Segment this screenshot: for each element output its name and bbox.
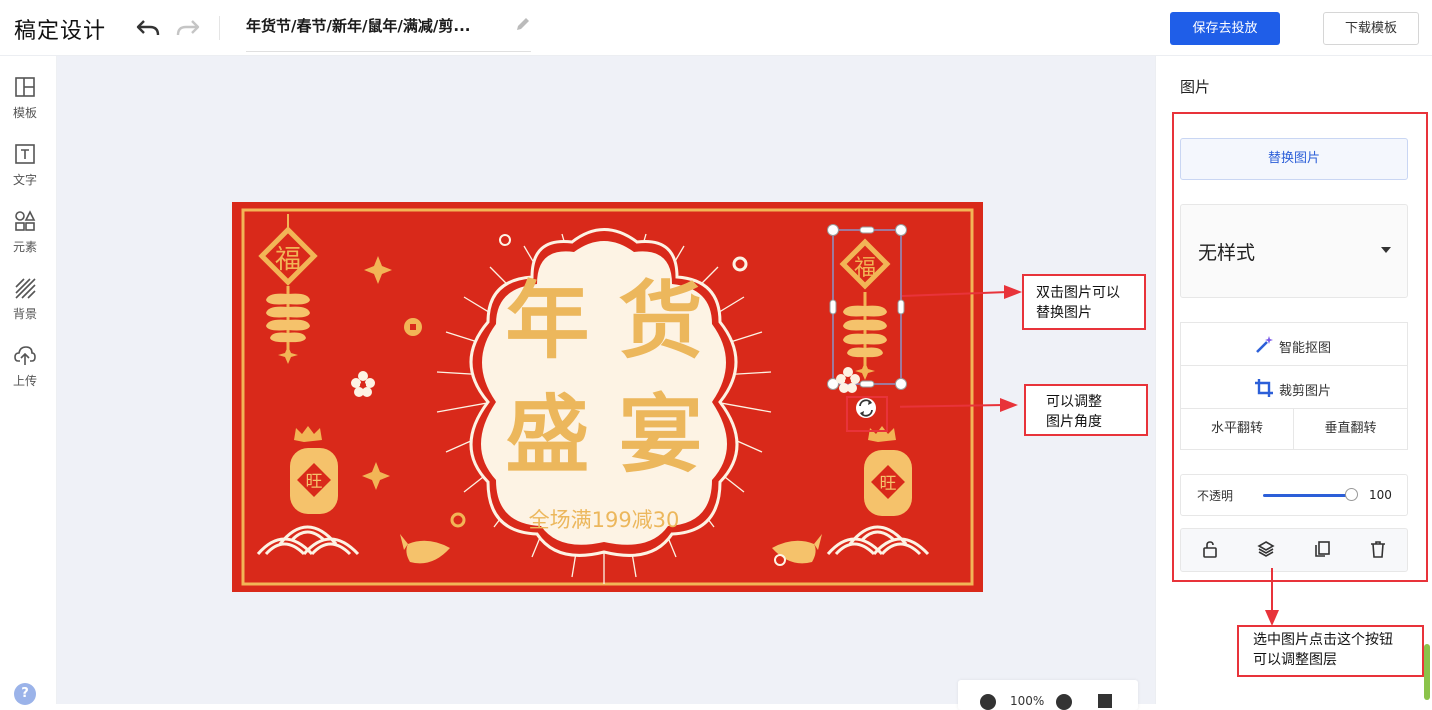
pencil-icon[interactable] bbox=[514, 15, 532, 33]
annotation-arrows bbox=[900, 285, 1022, 412]
text-icon bbox=[15, 144, 35, 164]
wang-char-right: 旺 bbox=[880, 474, 897, 494]
headline-line2: 盛 宴 bbox=[505, 386, 702, 484]
annotation-layer: 选中图片点击这个按钮 可以调整图层 bbox=[1237, 625, 1424, 677]
background-icon bbox=[15, 278, 36, 299]
wang-char-left: 旺 bbox=[306, 472, 323, 492]
template-icon bbox=[15, 77, 35, 97]
download-template-button[interactable]: 下载模板 bbox=[1323, 12, 1419, 45]
sidebar-label: 背景 bbox=[12, 307, 37, 321]
annotation-text: 可以调整 bbox=[1046, 394, 1102, 410]
elements-icon bbox=[15, 210, 36, 231]
headline-line1: 年 货 bbox=[505, 272, 702, 370]
annotation-text: 图片角度 bbox=[1046, 414, 1102, 430]
toolbar-divider bbox=[219, 16, 220, 40]
annotation-text: 选中图片点击这个按钮 bbox=[1253, 632, 1393, 648]
promo-text: 全场满199减30 bbox=[529, 508, 680, 532]
zoom-in-icon[interactable] bbox=[1056, 694, 1072, 710]
sidebar-item-text[interactable]: 文字 bbox=[0, 143, 57, 203]
scrollbar[interactable] bbox=[1424, 644, 1430, 700]
help-icon[interactable]: ? bbox=[14, 683, 36, 705]
panel-title: 图片 bbox=[1180, 78, 1211, 96]
sidebar-label: 元素 bbox=[12, 240, 37, 254]
annotation-highlight-rotate bbox=[846, 396, 888, 432]
sidebar-item-background[interactable]: 背景 bbox=[0, 277, 57, 337]
annotation-highlight-panel bbox=[1172, 112, 1428, 582]
annotation-double-click: 双击图片可以 替换图片 bbox=[1022, 274, 1146, 330]
sidebar-label: 上传 bbox=[12, 374, 37, 388]
sidebar-item-elements[interactable]: 元素 bbox=[0, 210, 57, 270]
document-title[interactable]: 年货节/春节/新年/鼠年/满减/剪... bbox=[246, 15, 471, 36]
annotation-rotate: 可以调整 图片角度 bbox=[1024, 384, 1148, 436]
annotation-text: 可以调整图层 bbox=[1253, 652, 1337, 668]
upload-icon bbox=[14, 346, 36, 365]
title-underline bbox=[246, 51, 531, 52]
annotation-text: 替换图片 bbox=[1036, 305, 1092, 321]
fu-char-right: 福 bbox=[854, 256, 876, 281]
sidebar-item-template[interactable]: 模板 bbox=[0, 76, 57, 136]
zoom-bar: 100% bbox=[958, 680, 1138, 710]
undo-icon[interactable] bbox=[135, 17, 161, 39]
sidebar-label: 模板 bbox=[12, 106, 37, 120]
panel-toggle-icon[interactable] bbox=[1098, 694, 1112, 708]
save-publish-button[interactable]: 保存去投放 bbox=[1170, 12, 1280, 45]
redo-icon[interactable] bbox=[175, 17, 201, 39]
zoom-value: 100% bbox=[1010, 694, 1045, 708]
app-logo[interactable]: 稿定设计 bbox=[14, 13, 106, 45]
sidebar-label: 文字 bbox=[12, 173, 37, 187]
annotation-arrow-down bbox=[1265, 568, 1279, 626]
annotation-text: 双击图片可以 bbox=[1036, 285, 1120, 301]
zoom-out-icon[interactable] bbox=[980, 694, 996, 710]
fu-char-left: 福 bbox=[275, 245, 301, 275]
sidebar-item-upload[interactable]: 上传 bbox=[0, 344, 57, 404]
